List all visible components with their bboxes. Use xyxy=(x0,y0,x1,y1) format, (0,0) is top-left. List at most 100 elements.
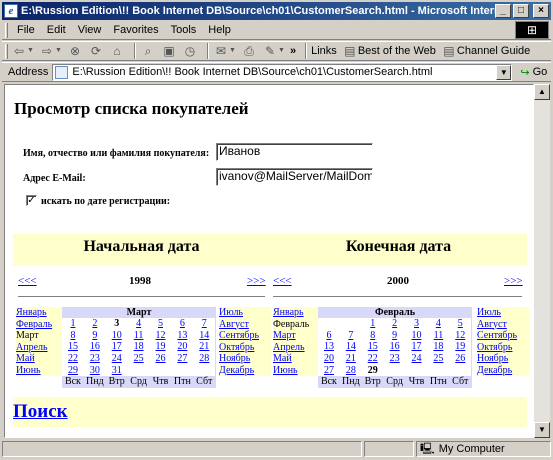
start-calendar-day-link[interactable]: 24 xyxy=(106,353,128,365)
end-prev-year-link[interactable]: <<< xyxy=(273,275,292,287)
menu-help[interactable]: Help xyxy=(202,24,237,36)
email-field[interactable]: ivanov@MailServer/MailDoma xyxy=(216,168,373,186)
end-month-link[interactable]: Декабрь xyxy=(477,364,529,376)
end-calendar-day-link[interactable]: 15 xyxy=(362,341,384,353)
search-button[interactable]: ⌕ xyxy=(140,44,156,58)
print-button[interactable]: ⎙ xyxy=(241,44,257,58)
end-month-link[interactable]: Июнь xyxy=(273,364,319,376)
end-next-year-link[interactable]: >>> xyxy=(504,275,523,287)
start-calendar-day-link[interactable]: 16 xyxy=(84,341,106,353)
start-calendar-day-link[interactable]: 21 xyxy=(193,341,215,353)
end-calendar-day-link[interactable]: 12 xyxy=(449,330,471,342)
start-calendar-day-link[interactable]: 1 xyxy=(62,318,84,330)
end-calendar-day-link[interactable]: 16 xyxy=(384,341,406,353)
start-month-link[interactable]: Апрель xyxy=(16,341,62,353)
go-button[interactable]: ↪ Go xyxy=(520,66,547,79)
end-calendar-day-link[interactable]: 19 xyxy=(449,341,471,353)
start-calendar-day-link[interactable]: 19 xyxy=(150,341,172,353)
start-calendar-day-link[interactable]: 20 xyxy=(171,341,193,353)
back-button[interactable]: ⇦ ▼ xyxy=(11,44,34,58)
link-channel-guide[interactable]: ▤ Channel Guide xyxy=(441,44,530,58)
end-calendar-day-link[interactable]: 13 xyxy=(318,341,340,353)
end-month-link[interactable]: Апрель xyxy=(273,341,319,353)
start-calendar-day-link[interactable]: 5 xyxy=(150,318,172,330)
start-calendar-day-link[interactable]: 2 xyxy=(84,318,106,330)
minimize-button[interactable]: _ xyxy=(495,4,511,18)
start-month-link[interactable]: Июль xyxy=(219,307,271,319)
start-calendar-day-link[interactable]: 27 xyxy=(171,353,193,365)
end-month-link[interactable]: Октябрь xyxy=(477,341,529,353)
end-calendar-day-link[interactable]: 22 xyxy=(362,353,384,365)
start-calendar-day-link[interactable]: 28 xyxy=(193,353,215,365)
end-calendar-day-link[interactable]: 4 xyxy=(427,318,449,330)
end-calendar-day-link[interactable]: 25 xyxy=(427,353,449,365)
start-calendar-day-link[interactable]: 23 xyxy=(84,353,106,365)
start-calendar-day-link[interactable]: 29 xyxy=(62,364,84,376)
start-calendar-day-link[interactable]: 13 xyxy=(171,330,193,342)
menu-file[interactable]: File xyxy=(11,24,41,36)
menu-edit[interactable]: Edit xyxy=(41,24,72,36)
start-next-year-link[interactable]: >>> xyxy=(247,275,266,287)
start-calendar-day-link[interactable]: 8 xyxy=(62,330,84,342)
mail-button[interactable]: ✉ ▼ xyxy=(213,44,236,58)
menu-favorites[interactable]: Favorites xyxy=(107,24,164,36)
end-month-link[interactable]: Май xyxy=(273,353,319,365)
date-search-checkbox[interactable]: ✓ xyxy=(26,195,37,206)
start-month-link[interactable]: Январь xyxy=(16,307,62,319)
home-button[interactable]: ⌂ xyxy=(109,44,125,58)
end-month-link[interactable]: Март xyxy=(273,330,319,342)
end-calendar-day-link[interactable]: 26 xyxy=(449,353,471,365)
start-calendar-day-link[interactable]: 31 xyxy=(106,364,128,376)
end-calendar-day-link[interactable]: 24 xyxy=(406,353,428,365)
start-calendar-day-link[interactable]: 14 xyxy=(193,330,215,342)
search-link[interactable]: Поиск xyxy=(13,401,68,423)
start-month-link[interactable]: Сентябрь xyxy=(219,330,271,342)
start-calendar-day-link[interactable]: 11 xyxy=(128,330,150,342)
chevron-down-icon[interactable]: ▼ xyxy=(496,64,512,80)
end-calendar-day-link[interactable]: 9 xyxy=(384,330,406,342)
address-input[interactable]: E:\Russion Edition\!! Book Internet DB\S… xyxy=(52,63,513,81)
end-calendar-day-link[interactable]: 20 xyxy=(318,353,340,365)
refresh-button[interactable]: ⟳ xyxy=(88,44,104,58)
start-month-link[interactable]: Декабрь xyxy=(219,364,271,376)
start-calendar-day-link[interactable]: 22 xyxy=(62,353,84,365)
close-button[interactable]: × xyxy=(533,4,549,18)
end-calendar-day-link[interactable]: 10 xyxy=(406,330,428,342)
menu-view[interactable]: View xyxy=(72,24,108,36)
edit-button[interactable]: ✎ ▼ xyxy=(262,44,285,58)
end-calendar-day-link[interactable]: 8 xyxy=(362,330,384,342)
end-month-link[interactable]: Сентябрь xyxy=(477,330,529,342)
start-calendar-day-link[interactable]: 30 xyxy=(84,364,106,376)
start-month-link[interactable]: Май xyxy=(16,353,62,365)
start-calendar-day-link[interactable]: 17 xyxy=(106,341,128,353)
forward-button[interactable]: ⇨ ▼ xyxy=(39,44,62,58)
start-calendar-day-link[interactable]: 6 xyxy=(171,318,193,330)
favorites-button[interactable]: ▣ xyxy=(161,44,177,58)
start-calendar-day-link[interactable]: 7 xyxy=(193,318,215,330)
end-calendar-day-link[interactable]: 17 xyxy=(406,341,428,353)
start-month-link[interactable]: Февраль xyxy=(16,318,62,330)
scroll-down-icon[interactable]: ▼ xyxy=(534,422,550,438)
vertical-scrollbar[interactable]: ▲ ▼ xyxy=(534,84,550,438)
history-button[interactable]: ◷ xyxy=(182,44,198,58)
end-month-link[interactable]: Август xyxy=(477,318,529,330)
start-calendar-day-link[interactable]: 18 xyxy=(128,341,150,353)
start-calendar-day-link[interactable]: 9 xyxy=(84,330,106,342)
start-calendar-day-link[interactable]: 12 xyxy=(150,330,172,342)
end-calendar-day-link[interactable]: 2 xyxy=(384,318,406,330)
start-month-link[interactable]: Октябрь xyxy=(219,341,271,353)
toolbar-overflow-button[interactable]: » xyxy=(290,45,296,57)
link-best-of-web[interactable]: ▤ Best of the Web xyxy=(342,44,436,58)
end-month-link[interactable]: Январь xyxy=(273,307,319,319)
end-calendar-day-link[interactable]: 27 xyxy=(318,364,340,376)
end-calendar-day-link[interactable]: 6 xyxy=(318,330,340,342)
end-calendar-day-link[interactable]: 7 xyxy=(340,330,362,342)
end-month-link[interactable]: Ноябрь xyxy=(477,353,529,365)
start-calendar-day-link[interactable]: 15 xyxy=(62,341,84,353)
end-calendar-day-link[interactable]: 21 xyxy=(340,353,362,365)
end-calendar-day-link[interactable]: 14 xyxy=(340,341,362,353)
end-calendar-day-link[interactable]: 5 xyxy=(449,318,471,330)
name-field[interactable]: Иванов xyxy=(216,143,373,161)
end-calendar-day-link[interactable]: 1 xyxy=(362,318,384,330)
scroll-up-icon[interactable]: ▲ xyxy=(534,84,550,100)
